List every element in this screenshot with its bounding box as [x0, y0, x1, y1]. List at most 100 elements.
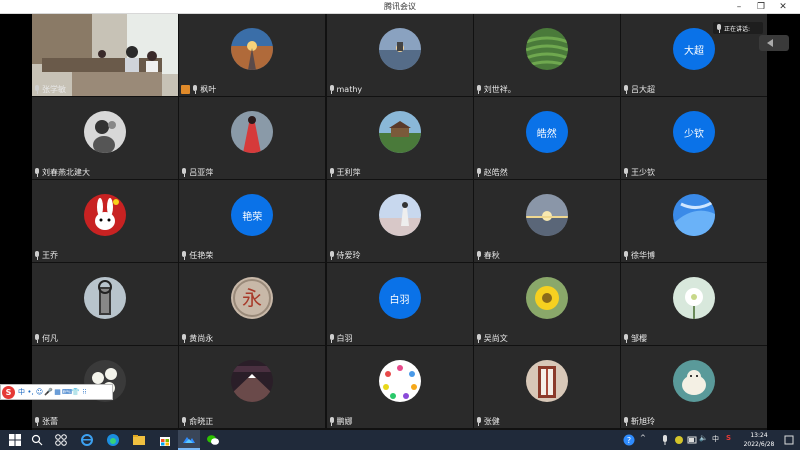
- participant-avatar: [84, 194, 126, 236]
- microphone-icon: [476, 167, 482, 177]
- microphone-icon: [623, 416, 629, 426]
- sogou-tray-icon[interactable]: S: [726, 434, 731, 442]
- tray-overflow-chevron-icon[interactable]: ^: [640, 434, 646, 442]
- participant-tile[interactable]: 王乔: [32, 180, 178, 262]
- participant-tile[interactable]: 皓然 赵皓然: [473, 97, 620, 179]
- wechat-icon[interactable]: [206, 433, 220, 447]
- microphone-icon: [476, 416, 482, 426]
- microphone-tray-icon[interactable]: [658, 433, 672, 447]
- store-icon[interactable]: [158, 433, 172, 447]
- participant-name: 鹏娜: [336, 416, 353, 426]
- minimize-button[interactable]: –: [730, 0, 748, 14]
- close-button[interactable]: ✕: [774, 0, 792, 14]
- participant-tile[interactable]: 王利萍: [326, 97, 473, 179]
- participant-name-bar: 王利萍: [329, 166, 361, 178]
- participant-tile[interactable]: 大超 吕大超 正在讲话:: [621, 14, 767, 96]
- participant-name: 王利萍: [336, 167, 361, 177]
- participant-avatar: [673, 194, 715, 236]
- battery-tray-icon[interactable]: [685, 433, 699, 447]
- windows-start-icon[interactable]: [8, 433, 22, 447]
- notification-icon[interactable]: [782, 433, 796, 447]
- participant-avatar: 白羽: [378, 277, 421, 319]
- participant-name-bar: 白羽: [329, 332, 353, 344]
- restore-button[interactable]: ❐: [752, 0, 770, 14]
- participant-name: mathy: [336, 84, 363, 94]
- microphone-icon: [716, 23, 722, 33]
- participant-tile[interactable]: 永黄尚永: [179, 263, 326, 345]
- participant-tile[interactable]: 春秋: [473, 180, 620, 262]
- tencent-meeting-icon[interactable]: [182, 433, 196, 447]
- participant-tile[interactable]: 邹樱: [621, 263, 767, 345]
- taskbar-active-app[interactable]: [178, 430, 200, 450]
- participant-tile[interactable]: mathy: [326, 14, 473, 96]
- microphone-icon: [476, 84, 482, 94]
- svg-text:?: ?: [627, 436, 631, 445]
- help-tray-icon[interactable]: ?: [622, 433, 636, 447]
- participant-tile[interactable]: 枫叶: [179, 14, 326, 96]
- system-clock[interactable]: 13:24 2022/6/28: [740, 431, 778, 449]
- ime-table-icon[interactable]: ▦: [53, 388, 62, 396]
- sogou-logo-icon[interactable]: S: [2, 385, 15, 399]
- participant-name-bar: 吴尚文: [476, 332, 508, 344]
- participant-tile[interactable]: 刘世祥。: [473, 14, 620, 96]
- participant-name: 白羽: [336, 333, 353, 343]
- participant-avatar: [378, 194, 421, 236]
- participant-avatar: [525, 28, 568, 70]
- participant-tile[interactable]: 侍爱玲: [326, 180, 473, 262]
- microphone-icon: [34, 333, 40, 343]
- ie-icon[interactable]: [80, 433, 94, 447]
- participant-name-bar: 王乔: [34, 249, 58, 261]
- participant-name: 任艳荣: [189, 250, 214, 260]
- participant-name-bar: 张学敏: [34, 83, 66, 95]
- microphone-icon: [476, 250, 482, 260]
- ime-punctuation[interactable]: •,: [26, 388, 35, 396]
- participant-name-bar: 任艳荣: [181, 249, 213, 261]
- participant-tile[interactable]: 吕亚萍: [179, 97, 326, 179]
- participant-tile[interactable]: 徐华博: [621, 180, 767, 262]
- participant-tile[interactable]: 少钦 王少钦: [621, 97, 767, 179]
- participant-tile[interactable]: 俞晓正: [179, 346, 326, 428]
- ime-emoji-icon[interactable]: ☺: [35, 388, 44, 396]
- participant-tile[interactable]: 张健: [473, 346, 620, 428]
- participant-name: 吕亚萍: [189, 167, 214, 177]
- ime-skin-icon[interactable]: 👕: [71, 388, 80, 396]
- participant-avatar: 皓然: [525, 111, 568, 153]
- ime-toolbar[interactable]: S 中 •, ☺ 🎤 ▦ ⌨ 👕 ⁝⁝: [0, 384, 113, 400]
- participant-avatar: [84, 277, 126, 319]
- svg-text:永: 永: [242, 286, 262, 310]
- ime-chinese-mode[interactable]: 中: [17, 387, 26, 397]
- participant-tile[interactable]: 艳荣 任艳荣: [179, 180, 326, 262]
- collapse-panel-arrow-icon[interactable]: [759, 35, 789, 51]
- microphone-icon: [623, 333, 629, 343]
- participant-name: 张健: [483, 416, 500, 426]
- ime-voice-icon[interactable]: 🎤: [44, 388, 53, 396]
- file-explorer-icon[interactable]: [132, 433, 146, 447]
- participant-tile[interactable]: 刘春燕北建大: [32, 97, 178, 179]
- window-title: 腾讯会议: [384, 2, 416, 11]
- participant-name-bar: 靳旭玲: [623, 415, 655, 427]
- participant-avatar: [378, 111, 421, 153]
- network-tray-icon[interactable]: [672, 433, 686, 447]
- participant-tile[interactable]: 鹏娜: [326, 346, 473, 428]
- ime-menu-icon[interactable]: ⁝⁝: [80, 388, 89, 396]
- participant-avatar: [84, 111, 126, 153]
- participant-tile[interactable]: 白羽 白羽: [326, 263, 473, 345]
- edge-icon[interactable]: [106, 433, 120, 447]
- participant-avatar: [525, 360, 568, 402]
- ime-tray-indicator[interactable]: 中: [712, 434, 719, 444]
- participant-tile[interactable]: 吴尚文: [473, 263, 620, 345]
- search-icon[interactable]: [30, 433, 44, 447]
- microphone-icon: [181, 167, 187, 177]
- participant-name-bar: 张健: [476, 415, 500, 427]
- ime-keyboard-icon[interactable]: ⌨: [62, 388, 72, 396]
- speaker-tray-icon[interactable]: 🔈: [699, 434, 708, 442]
- participant-name-bar: 鹏娜: [329, 415, 353, 427]
- participant-tile[interactable]: 何凡: [32, 263, 178, 345]
- participant-tile[interactable]: 靳旭玲: [621, 346, 767, 428]
- microphone-icon: [329, 250, 335, 260]
- microphone-icon: [476, 333, 482, 343]
- participant-name-bar: 张蕾: [34, 415, 58, 427]
- participant-tile[interactable]: 张学敏: [32, 14, 178, 96]
- task-view-icon[interactable]: [54, 433, 68, 447]
- participant-name-bar: 徐华博: [623, 249, 655, 261]
